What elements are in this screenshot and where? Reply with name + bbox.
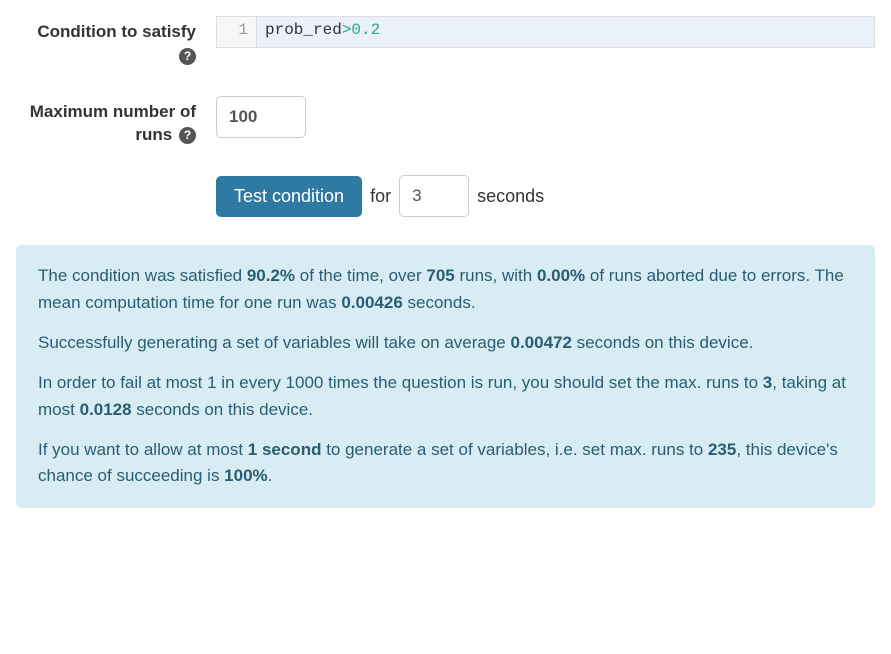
result-abort-pct: 0.00% (537, 266, 585, 285)
text: runs, with (455, 266, 537, 285)
result-line-1: The condition was satisfied 90.2% of the… (38, 263, 853, 316)
result-allowed-time: 1 second (248, 440, 322, 459)
condition-code-editor[interactable]: 1 prob_red>0.2 (216, 16, 875, 48)
text: In order to fail at most 1 in every 1000… (38, 373, 763, 392)
code-token-op: > (342, 21, 352, 39)
text: seconds. (403, 293, 476, 312)
result-max-time: 0.0128 (80, 400, 132, 419)
result-alt-runs: 235 (708, 440, 736, 459)
result-mean-time: 0.00426 (341, 293, 402, 312)
test-input-col: Test condition for seconds (216, 175, 875, 217)
text: . (268, 466, 273, 485)
text: seconds on this device. (572, 333, 753, 352)
test-row: Test condition for seconds (16, 175, 875, 217)
seconds-text: seconds (477, 186, 544, 207)
text: The condition was satisfied (38, 266, 247, 285)
condition-label: Condition to satisfy ? (16, 16, 216, 68)
test-label-spacer (16, 175, 216, 179)
for-text: for (370, 186, 391, 207)
code-content[interactable]: prob_red>0.2 (257, 17, 874, 47)
code-gutter: 1 (217, 17, 257, 47)
text: If you want to allow at most (38, 440, 248, 459)
max-runs-label: Maximum number of runs ? (16, 96, 216, 148)
result-line-2: Successfully generating a set of variabl… (38, 330, 853, 356)
condition-row: Condition to satisfy ? 1 prob_red>0.2 (16, 16, 875, 68)
result-suggested-runs: 3 (763, 373, 772, 392)
result-runs: 705 (426, 266, 454, 285)
code-token-var: prob_red (265, 21, 342, 39)
result-alert: The condition was satisfied 90.2% of the… (16, 245, 875, 507)
test-condition-button[interactable]: Test condition (216, 176, 362, 217)
result-avg-time: 0.00472 (510, 333, 571, 352)
test-seconds-input[interactable] (399, 175, 469, 217)
result-satisfied-pct: 90.2% (247, 266, 295, 285)
text: to generate a set of variables, i.e. set… (321, 440, 707, 459)
text: Successfully generating a set of variabl… (38, 333, 510, 352)
max-runs-input-col (216, 96, 875, 138)
code-token-num: 0.2 (351, 21, 380, 39)
max-runs-label-text: Maximum number of runs (30, 102, 196, 145)
result-success-pct: 100% (224, 466, 267, 485)
text: of the time, over (295, 266, 426, 285)
result-line-3: In order to fail at most 1 in every 1000… (38, 370, 853, 423)
help-icon[interactable]: ? (179, 127, 196, 144)
condition-label-text: Condition to satisfy (37, 22, 196, 41)
max-runs-input[interactable] (216, 96, 306, 138)
condition-input-col: 1 prob_red>0.2 (216, 16, 875, 48)
max-runs-row: Maximum number of runs ? (16, 96, 875, 148)
text: seconds on this device. (132, 400, 313, 419)
help-icon[interactable]: ? (179, 48, 196, 65)
result-line-4: If you want to allow at most 1 second to… (38, 437, 853, 490)
